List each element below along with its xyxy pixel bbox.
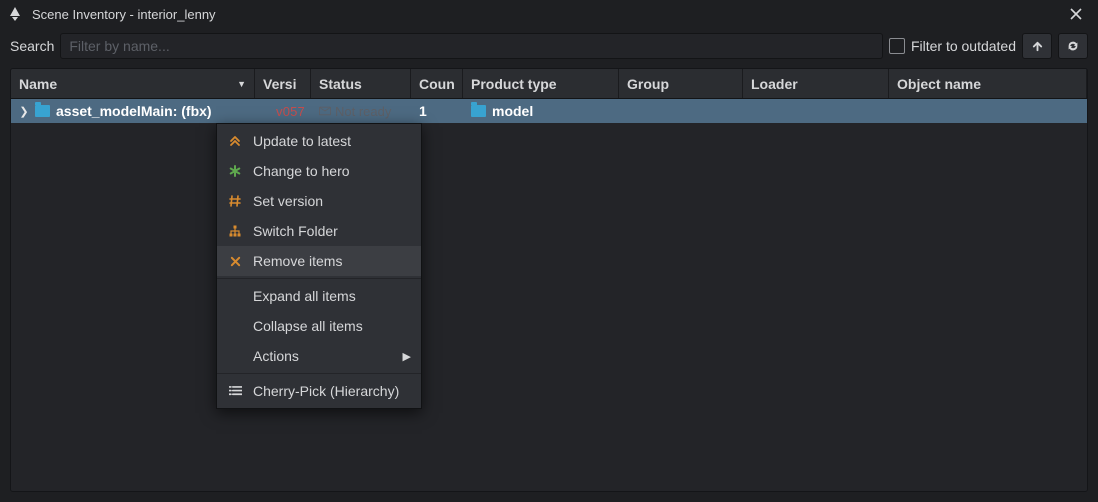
search-input[interactable]: [60, 33, 883, 59]
column-header-object-name[interactable]: Object name: [889, 69, 1087, 98]
hash-icon: [227, 195, 243, 207]
search-toolbar: Search Filter to outdated: [0, 28, 1098, 64]
column-header-version[interactable]: Versi: [255, 69, 311, 98]
menu-item-label: Set version: [253, 193, 411, 209]
menu-separator: [217, 278, 421, 279]
title-bar: Scene Inventory - interior_lenny: [0, 0, 1098, 28]
folder-icon: [35, 105, 50, 117]
menu-item-label: Expand all items: [253, 288, 411, 304]
menu-item-actions[interactable]: Actions ▶: [217, 341, 421, 371]
expand-toggle-icon[interactable]: ❯: [19, 105, 29, 118]
row-version: v057: [270, 104, 305, 119]
column-header-group[interactable]: Group: [619, 69, 743, 98]
menu-item-collapse-all-items[interactable]: Collapse all items: [217, 311, 421, 341]
menu-item-label: Change to hero: [253, 163, 411, 179]
column-header-status[interactable]: Status: [311, 69, 411, 98]
inventory-table: Name ▼ Versi Status Coun Product type Gr…: [10, 68, 1088, 492]
menu-item-switch-folder[interactable]: Switch Folder: [217, 216, 421, 246]
submenu-arrow-icon: ▶: [403, 350, 411, 363]
menu-item-remove-items[interactable]: Remove items: [217, 246, 421, 276]
row-status: Not ready: [319, 104, 391, 119]
upload-button[interactable]: [1022, 33, 1052, 59]
close-button[interactable]: [1060, 0, 1092, 28]
double-chevron-up-icon: [227, 135, 243, 147]
menu-item-label: Collapse all items: [253, 318, 411, 334]
sort-indicator-icon: ▼: [237, 79, 246, 89]
menu-separator: [217, 373, 421, 374]
menu-item-label: Update to latest: [253, 133, 411, 149]
row-group: [619, 99, 743, 123]
menu-item-update-to-latest[interactable]: Update to latest: [217, 126, 421, 156]
table-row[interactable]: ❯ asset_modelMain: (fbx) v057 Not ready …: [11, 99, 1087, 123]
list-icon: [227, 386, 243, 397]
column-header-loader[interactable]: Loader: [743, 69, 889, 98]
table-header: Name ▼ Versi Status Coun Product type Gr…: [11, 69, 1087, 99]
menu-item-change-to-hero[interactable]: Change to hero: [217, 156, 421, 186]
mail-icon: [319, 106, 331, 116]
asterisk-icon: [227, 165, 243, 177]
sitemap-icon: [227, 225, 243, 237]
search-label: Search: [10, 38, 54, 54]
table-body: ❯ asset_modelMain: (fbx) v057 Not ready …: [11, 99, 1087, 491]
column-header-product-type[interactable]: Product type: [463, 69, 619, 98]
window-title: Scene Inventory - interior_lenny: [32, 7, 1060, 22]
x-icon: [227, 256, 243, 267]
menu-item-set-version[interactable]: Set version: [217, 186, 421, 216]
row-loader: [743, 99, 889, 123]
app-logo-icon: [6, 5, 24, 23]
column-header-count[interactable]: Coun: [411, 69, 463, 98]
folder-icon: [471, 105, 486, 117]
context-menu: Update to latest Change to hero Set versio…: [216, 123, 422, 409]
menu-item-label: Remove items: [253, 253, 411, 269]
menu-item-label: Switch Folder: [253, 223, 411, 239]
menu-item-cherry-pick-hierarchy[interactable]: Cherry-Pick (Hierarchy): [217, 376, 421, 406]
row-count: 1: [419, 103, 427, 119]
row-name: asset_modelMain: (fbx): [56, 103, 212, 119]
refresh-button[interactable]: [1058, 33, 1088, 59]
column-header-name[interactable]: Name ▼: [11, 69, 255, 98]
menu-item-label: Cherry-Pick (Hierarchy): [253, 383, 411, 399]
filter-outdated-label: Filter to outdated: [911, 38, 1016, 54]
menu-item-label: Actions: [253, 348, 393, 364]
checkbox-icon: [889, 38, 905, 54]
row-object-name: [889, 99, 1087, 123]
filter-outdated-checkbox[interactable]: Filter to outdated: [889, 38, 1016, 54]
row-product-type: model: [492, 103, 533, 119]
menu-item-expand-all-items[interactable]: Expand all items: [217, 281, 421, 311]
